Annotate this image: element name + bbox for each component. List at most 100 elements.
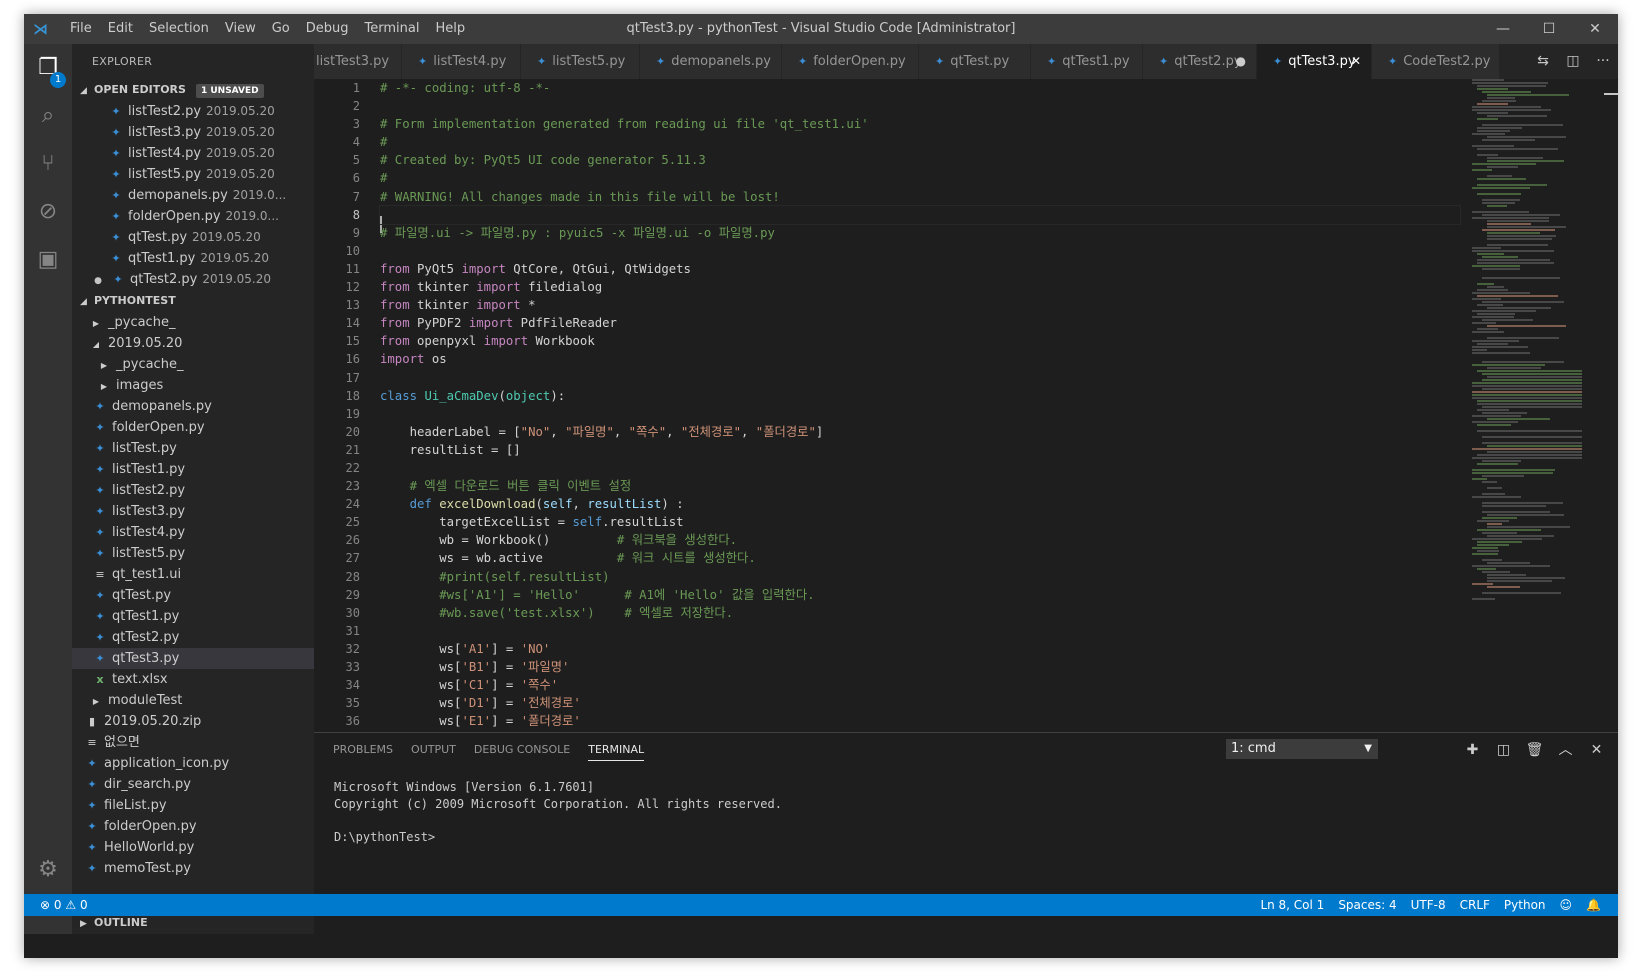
tab-debug-console[interactable]: DEBUG CONSOLE [465, 733, 579, 767]
open-editors-header[interactable]: ◢ OPEN EDITORS 1 UNSAVED [72, 79, 314, 101]
tree-file[interactable]: ✦ application_icon.py [72, 753, 314, 774]
tree-folder[interactable]: ▶ moduleTest [72, 690, 314, 711]
minimap-line [1487, 223, 1531, 225]
open-editor-item[interactable]: ✦ listTest3.py 2019.05.20 [72, 122, 314, 143]
tree-file[interactable]: ✦ folderOpen.py [72, 816, 314, 837]
unsaved-dot-icon[interactable]: ● [1236, 44, 1246, 79]
maximize-panel-icon[interactable]: ︿ [1550, 733, 1581, 767]
debug-icon[interactable]: ⊘ [32, 196, 64, 228]
cursor-position[interactable]: Ln 8, Col 1 [1253, 894, 1331, 916]
code-editor[interactable]: 1 2 3 4 5 6 7 8 9 10 11 12 13 14 15 16 17 18 19 20 21 22 23 24 2… [314, 79, 1618, 732]
settings-gear-icon[interactable]: ⚙ [32, 854, 64, 886]
trash-icon[interactable]: 🗑 [1519, 733, 1550, 767]
encoding[interactable]: UTF-8 [1404, 894, 1453, 916]
tree-file[interactable]: ≡ 없으면 [72, 732, 314, 753]
problems-status[interactable]: ⊗ 0 ⚠ 0 [40, 894, 88, 916]
tab-output[interactable]: OUTPUT [402, 733, 465, 767]
tree-file[interactable]: ✦ demopanels.py [72, 396, 314, 417]
tree-file[interactable]: ✦ listTest4.py [72, 522, 314, 543]
code-content[interactable]: # -*- coding: utf-8 -*- # Form implement… [379, 79, 1461, 730]
minimize-icon[interactable]: — [1480, 14, 1526, 44]
maximize-icon[interactable]: ☐ [1526, 14, 1572, 44]
tree-file[interactable]: ▮ 2019.05.20.zip [72, 711, 314, 732]
split-terminal-icon[interactable]: ◫ [1488, 733, 1519, 767]
minimap[interactable] [1472, 79, 1590, 600]
new-terminal-icon[interactable]: ✚ [1457, 733, 1488, 767]
menu-help[interactable]: Help [427, 14, 473, 44]
explorer-icon[interactable]: ❐ 1 [32, 52, 66, 88]
tree-folder[interactable]: ◢ 2019.05.20 [72, 333, 314, 354]
tree-file[interactable]: ✦ qtTest1.py [72, 606, 314, 627]
tab-qttest3-active[interactable]: ✦ qtTest3.py ✕ [1257, 44, 1372, 79]
language-mode[interactable]: Python [1497, 894, 1553, 916]
tree-file[interactable]: ✦ listTest2.py [72, 480, 314, 501]
open-editor-item[interactable]: ✦ demopanels.py 2019.0... [72, 185, 314, 206]
tree-file[interactable]: ✦ dir_search.py [72, 774, 314, 795]
tree-file[interactable]: ✦ memoTest.py [72, 858, 314, 879]
open-editor-item[interactable]: ✦ folderOpen.py 2019.0... [72, 206, 314, 227]
tab-close-icon[interactable]: ✕ [1351, 44, 1361, 79]
tab-qttest2[interactable]: ✦ qtTest2.py ● [1143, 44, 1257, 79]
tab-terminal[interactable]: TERMINAL [579, 733, 653, 767]
menu-view[interactable]: View [217, 14, 264, 44]
open-editor-item[interactable]: ● ✦ qtTest2.py 2019.05.20 [72, 269, 314, 290]
tree-file[interactable]: x text.xlsx [72, 669, 314, 690]
open-editor-item[interactable]: ✦ qtTest1.py 2019.05.20 [72, 248, 314, 269]
tab-listtest3[interactable]: listTest3.py [314, 44, 402, 79]
tab-listtest4[interactable]: ✦ listTest4.py [402, 44, 521, 79]
source-control-icon[interactable]: ⑂ [32, 148, 64, 180]
project-header[interactable]: ◢ PYTHONTEST [72, 290, 314, 312]
tab-demopanels[interactable]: ✦ demopanels.py [640, 44, 782, 79]
scrollbar-thumb[interactable] [1604, 93, 1618, 95]
open-editor-item[interactable]: ✦ listTest2.py 2019.05.20 [72, 101, 314, 122]
close-panel-icon[interactable]: ✕ [1581, 733, 1612, 767]
line-number: 20 [345, 424, 360, 439]
menu-terminal[interactable]: Terminal [357, 14, 428, 44]
open-editor-item[interactable]: ✦ qtTest.py 2019.05.20 [72, 227, 314, 248]
line-ending[interactable]: CRLF [1453, 894, 1497, 916]
tree-file[interactable]: ✦ qtTest.py [72, 585, 314, 606]
menu-file[interactable]: File [62, 14, 100, 44]
tab-qttest[interactable]: ✦ qtTest.py [919, 44, 1031, 79]
python-file-icon: ✦ [111, 231, 121, 244]
open-changes-icon[interactable]: ⇆ [1528, 44, 1558, 79]
tree-folder[interactable]: ▶ _pycache_ [72, 312, 314, 333]
extensions-icon[interactable]: ▣ [32, 244, 64, 276]
tab-listtest5[interactable]: ✦ listTest5.py [521, 44, 640, 79]
indentation[interactable]: Spaces: 4 [1331, 894, 1403, 916]
feedback-smiley-icon[interactable]: ☺ [1553, 894, 1580, 916]
tab-codetest2[interactable]: ✦ CodeTest2.py [1372, 44, 1500, 79]
terminal-output[interactable]: Microsoft Windows [Version 6.1.7601] Copy… [334, 779, 782, 845]
menu-edit[interactable]: Edit [100, 14, 141, 44]
tree-folder[interactable]: ▶ images [72, 375, 314, 396]
minimap-line [1477, 289, 1508, 291]
menu-selection[interactable]: Selection [141, 14, 217, 44]
open-editor-item[interactable]: ✦ listTest5.py 2019.05.20 [72, 164, 314, 185]
minimap-line [1487, 337, 1559, 339]
tree-file[interactable]: ≡ qt_test1.ui [72, 564, 314, 585]
tree-file[interactable]: ✦ folderOpen.py [72, 417, 314, 438]
tree-file[interactable]: ✦ listTest.py [72, 438, 314, 459]
open-editor-item[interactable]: ✦ listTest4.py 2019.05.20 [72, 143, 314, 164]
tree-file[interactable]: ✦ qtTest2.py [72, 627, 314, 648]
unsaved-dot-icon[interactable]: ● [90, 271, 106, 290]
terminal-select[interactable]: 1: cmd ▼ [1226, 739, 1378, 759]
vscode-logo-icon: ⋊ [33, 20, 48, 38]
tree-file[interactable]: ✦ listTest3.py [72, 501, 314, 522]
tree-folder[interactable]: ▶ _pycache_ [72, 354, 314, 375]
tree-file[interactable]: ✦ listTest1.py [72, 459, 314, 480]
split-editor-icon[interactable]: ◫ [1558, 44, 1588, 79]
tree-file[interactable]: ✦ fileList.py [72, 795, 314, 816]
menu-debug[interactable]: Debug [298, 14, 357, 44]
tree-file[interactable]: ✦ HelloWorld.py [72, 837, 314, 858]
tree-file[interactable]: ✦ listTest5.py [72, 543, 314, 564]
tab-qttest1[interactable]: ✦ qtTest1.py [1031, 44, 1143, 79]
tab-folderopen[interactable]: ✦ folderOpen.py [782, 44, 919, 79]
more-actions-icon[interactable]: ··· [1588, 44, 1618, 79]
search-icon[interactable]: ⌕ [32, 100, 64, 132]
menu-go[interactable]: Go [264, 14, 298, 44]
tree-file-selected[interactable]: ✦ qtTest3.py [72, 648, 314, 669]
tab-problems[interactable]: PROBLEMS [324, 733, 402, 767]
notifications-bell-icon[interactable]: 🔔 [1579, 894, 1608, 916]
close-icon[interactable]: ✕ [1572, 14, 1618, 44]
